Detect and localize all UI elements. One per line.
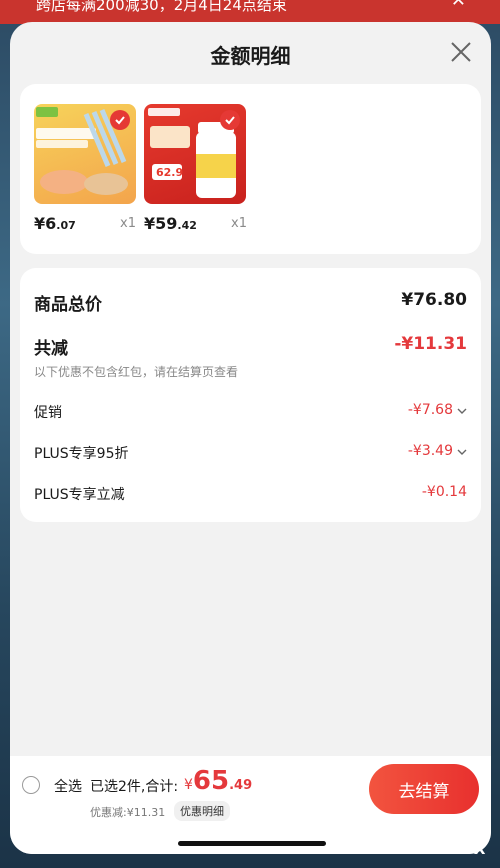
chevron-down-icon[interactable] (457, 407, 467, 415)
promo-banner-text: 跨店每满200减30，2月4日24点结束 (36, 0, 287, 14)
reduce-note: 以下优惠不包含红包，请在结算页查看 (34, 363, 467, 381)
product-qty: x1 (231, 216, 247, 231)
total-currency: ¥ (184, 777, 193, 793)
reduce-row: 共减 -¥11.31 (34, 334, 467, 359)
price-integer: ¥59 (144, 214, 178, 233)
amount-detail-sheet: 金额明细 ¥6.07 x1 62.9 ¥59.42 x1 商品总价 ¥76.80… (10, 22, 491, 854)
price-decimal: .42 (177, 219, 197, 232)
plus-95-row[interactable]: PLUS专享95折 -¥3.49 (34, 443, 467, 463)
selected-info: 已选2件,合计: (90, 779, 179, 795)
reduce-value: -¥11.31 (394, 334, 467, 354)
product-image[interactable] (34, 104, 136, 204)
price-decimal: .07 (56, 219, 76, 232)
reduce-label: 共减 (34, 339, 68, 359)
banner-close-icon[interactable]: ✕ (451, 0, 466, 10)
plus-95-label: PLUS专享95折 (34, 446, 129, 462)
watermark-text: SX (462, 840, 486, 858)
plus-reduce-row: PLUS专享立减 -¥0.14 (34, 484, 467, 504)
promo-row[interactable]: 促销 -¥7.68 (34, 402, 467, 422)
plus-reduce-value: -¥0.14 (421, 484, 467, 500)
product-price: ¥6.07 (34, 214, 76, 233)
close-icon[interactable] (449, 40, 473, 64)
total-row: 商品总价 ¥76.80 (34, 290, 467, 315)
total-decimal: .49 (229, 778, 253, 793)
total-amount: ¥65.49 (184, 766, 252, 796)
promo-value: -¥7.68 (407, 402, 453, 418)
promo-label: 促销 (34, 405, 62, 421)
checkout-bar: 全选 已选2件,合计: ¥65.49 优惠减:¥11.31 优惠明细 去结算 (10, 756, 491, 854)
promo-banner: 跨店每满200减30，2月4日24点结束 ✕ (0, 0, 500, 24)
chevron-down-icon[interactable] (457, 448, 467, 456)
checked-icon (110, 110, 130, 130)
product-image[interactable]: 62.9 (144, 104, 246, 204)
total-label: 商品总价 (34, 295, 102, 315)
plus-reduce-label: PLUS专享立减 (34, 487, 125, 503)
product-list-card: ¥6.07 x1 62.9 ¥59.42 x1 (20, 84, 481, 254)
sheet-title: 金额明细 (210, 44, 291, 68)
svg-text:62.9: 62.9 (156, 166, 183, 179)
reduce-note-text: 以下优惠不包含红包，请在结算页查看 (34, 365, 239, 379)
total-value: ¥76.80 (401, 290, 467, 310)
checked-icon (220, 110, 240, 130)
select-all-radio[interactable] (22, 776, 40, 794)
product-qty: x1 (120, 216, 136, 231)
select-all-label[interactable]: 全选 (54, 776, 82, 796)
discount-detail-button[interactable]: 优惠明细 (174, 801, 230, 821)
price-summary-card: 商品总价 ¥76.80 共减 -¥11.31 以下优惠不包含红包，请在结算页查看… (20, 268, 481, 522)
checkout-button[interactable]: 去结算 (369, 764, 479, 814)
product-price: ¥59.42 (144, 214, 197, 233)
sheet-header: 金额明细 (10, 22, 491, 84)
price-integer: ¥6 (34, 214, 57, 233)
discount-text: 优惠减:¥11.31 (90, 806, 166, 819)
plus-95-value: -¥3.49 (407, 443, 453, 459)
total-integer: 65 (192, 766, 230, 796)
home-indicator (178, 841, 326, 846)
